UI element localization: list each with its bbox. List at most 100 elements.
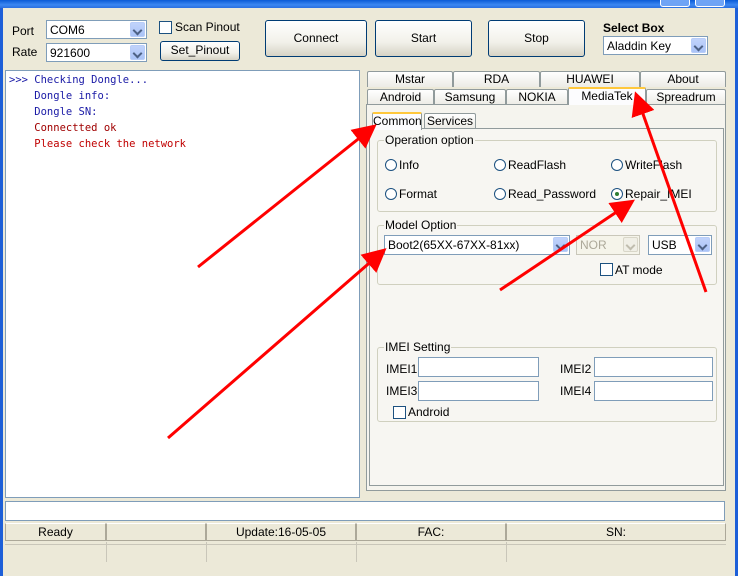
select-box-combo[interactable]: Aladdin Key bbox=[603, 36, 708, 55]
window-frame-left bbox=[0, 8, 3, 576]
connection-value: USB bbox=[652, 238, 677, 252]
tab-label: Samsung bbox=[444, 90, 496, 104]
android-label: Android bbox=[408, 405, 450, 419]
tab-mediatek[interactable]: MediaTek bbox=[568, 87, 646, 105]
radio-readflash[interactable] bbox=[494, 159, 506, 171]
scan-pinout-label: Scan Pinout bbox=[175, 20, 240, 34]
status-update: Update:16-05-05 bbox=[206, 523, 356, 541]
set-pinout-button[interactable]: Set_Pinout bbox=[160, 41, 240, 61]
tab-spreadrum[interactable]: Spreadrum bbox=[646, 89, 726, 105]
imei4-input[interactable] bbox=[594, 381, 713, 401]
tab-label: About bbox=[667, 72, 699, 86]
operation-option-title: Operation option bbox=[384, 133, 475, 147]
radio-readflash-label: ReadFlash bbox=[508, 158, 567, 172]
tab-label: Services bbox=[426, 114, 473, 128]
status-ready: Ready bbox=[5, 523, 106, 541]
scan-pinout-checkbox[interactable] bbox=[159, 21, 172, 34]
radio-repair-imei-label: Repair_IMEI bbox=[625, 187, 692, 201]
connect-button-label: Connect bbox=[293, 31, 339, 45]
model-option-title: Model Option bbox=[384, 218, 458, 232]
chevron-down-icon[interactable] bbox=[553, 237, 568, 252]
radio-format-label: Format bbox=[399, 187, 438, 201]
operation-option-group: Operation option bbox=[377, 133, 717, 212]
radio-read-password-label: Read_Password bbox=[508, 187, 597, 201]
at-mode-label: AT mode bbox=[615, 263, 663, 277]
window-titlebar bbox=[0, 0, 738, 8]
tab-about[interactable]: About bbox=[640, 71, 726, 87]
imei2-label: IMEI2 bbox=[560, 362, 592, 376]
status-separator bbox=[206, 542, 207, 562]
rate-label: Rate bbox=[12, 45, 38, 59]
radio-writeflash[interactable] bbox=[611, 159, 623, 171]
log-line: Dongle SN: bbox=[9, 106, 98, 118]
tab-label: Mstar bbox=[395, 72, 425, 86]
chevron-down-icon[interactable] bbox=[130, 22, 145, 37]
imei3-input[interactable] bbox=[418, 381, 539, 401]
tab-label: NOKIA bbox=[518, 90, 556, 104]
set-pinout-button-label: Set_Pinout bbox=[170, 43, 230, 57]
model-option-group: Model Option bbox=[377, 218, 717, 285]
subtab-services[interactable]: Services bbox=[424, 113, 476, 129]
memory-value: NOR bbox=[580, 238, 607, 252]
subtab-common[interactable]: Common bbox=[372, 112, 422, 130]
connect-button[interactable]: Connect bbox=[265, 20, 367, 57]
radio-format[interactable] bbox=[385, 188, 397, 200]
imei4-label: IMEI4 bbox=[560, 384, 592, 398]
start-button-label: Start bbox=[410, 31, 437, 45]
model-value: Boot2(65XX-67XX-81xx) bbox=[388, 238, 520, 252]
android-checkbox[interactable] bbox=[393, 406, 406, 419]
tab-huawei[interactable]: HUAWEI bbox=[540, 71, 640, 87]
tab-label: Common bbox=[373, 114, 422, 128]
rate-value: 921600 bbox=[50, 46, 91, 60]
status-fac: FAC: bbox=[356, 523, 506, 541]
tab-android[interactable]: Android bbox=[367, 89, 434, 105]
imei-setting-title: IMEI Setting bbox=[384, 340, 452, 354]
memory-combo: NOR bbox=[576, 235, 640, 255]
log-line: Please check the network bbox=[9, 138, 187, 150]
minimize-button[interactable] bbox=[660, 0, 690, 7]
status-empty bbox=[106, 523, 206, 541]
radio-info[interactable] bbox=[385, 159, 397, 171]
stop-button-label: Stop bbox=[524, 31, 549, 45]
close-button[interactable] bbox=[695, 0, 725, 7]
status-bar-secondary bbox=[5, 544, 726, 561]
chevron-down-icon[interactable] bbox=[130, 45, 145, 60]
chevron-down-icon[interactable] bbox=[691, 38, 706, 53]
tab-rda[interactable]: RDA bbox=[453, 71, 540, 87]
status-sn: SN: bbox=[506, 523, 726, 541]
port-value: COM6 bbox=[50, 23, 85, 37]
imei3-label: IMEI3 bbox=[386, 384, 418, 398]
status-separator bbox=[356, 542, 357, 562]
stop-button[interactable]: Stop bbox=[488, 20, 585, 57]
chevron-down-icon[interactable] bbox=[695, 237, 710, 252]
connection-combo[interactable]: USB bbox=[648, 235, 712, 255]
port-combo[interactable]: COM6 bbox=[46, 20, 147, 39]
radio-read-password[interactable] bbox=[494, 188, 506, 200]
tab-mstar[interactable]: Mstar bbox=[367, 71, 453, 87]
tab-samsung[interactable]: Samsung bbox=[434, 89, 506, 105]
radio-repair-imei[interactable] bbox=[611, 188, 623, 200]
start-button[interactable]: Start bbox=[375, 20, 472, 57]
select-box-value: Aladdin Key bbox=[607, 39, 672, 53]
port-label: Port bbox=[12, 24, 35, 38]
progress-bar bbox=[5, 501, 725, 521]
imei1-input[interactable] bbox=[418, 357, 539, 377]
imei2-input[interactable] bbox=[594, 357, 713, 377]
tab-label: Android bbox=[379, 90, 422, 104]
radio-writeflash-label: WriteFlash bbox=[625, 158, 683, 172]
radio-info-label: Info bbox=[399, 158, 420, 172]
select-box-label: Select Box bbox=[603, 21, 665, 35]
tab-label: MediaTek bbox=[581, 89, 633, 103]
tab-label: RDA bbox=[483, 72, 510, 86]
imei1-label: IMEI1 bbox=[386, 362, 418, 376]
log-line: Connectted ok bbox=[9, 122, 117, 134]
at-mode-checkbox[interactable] bbox=[600, 263, 613, 276]
log-output[interactable]: >>> Checking Dongle... Dongle info: Dong… bbox=[5, 70, 360, 498]
tab-nokia[interactable]: NOKIA bbox=[506, 89, 568, 105]
model-combo[interactable]: Boot2(65XX-67XX-81xx) bbox=[384, 235, 570, 255]
tab-label: HUAWEI bbox=[566, 72, 614, 86]
rate-combo[interactable]: 921600 bbox=[46, 43, 147, 62]
status-separator bbox=[506, 542, 507, 562]
log-line: Dongle info: bbox=[9, 90, 111, 102]
status-separator bbox=[106, 542, 107, 562]
